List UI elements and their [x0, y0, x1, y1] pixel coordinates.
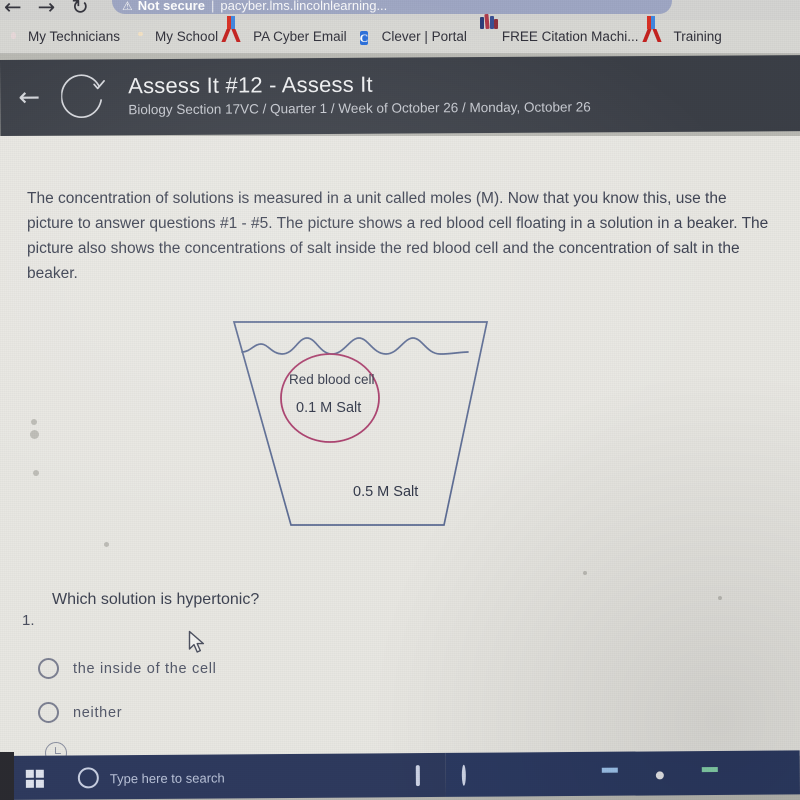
forward-icon[interactable]: →	[38, 0, 56, 18]
search-circle-icon[interactable]	[77, 767, 99, 789]
excel-icon[interactable]	[700, 765, 722, 785]
gmail-icon	[221, 15, 247, 45]
clever-icon-letter: C	[359, 30, 369, 45]
bookmark-label: PA Cyber Email	[253, 29, 347, 44]
page-title: Assess It #12 - Assess It	[128, 71, 373, 99]
dust-speck	[30, 430, 39, 439]
browser-nav-buttons: ← → ↻	[4, 0, 89, 18]
answer-choice-label: neither	[73, 704, 123, 721]
warning-triangle-icon: ⚠	[122, 0, 133, 13]
windows-start-icon[interactable]	[25, 769, 44, 788]
reload-icon[interactable]: ↻	[71, 0, 89, 18]
gmail-icon	[642, 15, 667, 45]
assessment-page: The concentration of solutions is measur…	[0, 136, 800, 756]
cell-label: Red blood cell	[289, 372, 375, 387]
monitor-photo: ← → ↻ ⚠ Not secure | pacyber.lms.lincoln…	[0, 0, 800, 800]
question-number: 1.	[22, 612, 35, 629]
beaker-diagram: Red blood cell 0.1 M Salt 0.5 M Salt	[228, 316, 493, 536]
bookmark-label: Training	[673, 29, 722, 44]
breadcrumb: Biology Section 17VC / Quarter 1 / Week …	[128, 99, 591, 118]
dust-speck	[104, 542, 109, 547]
dust-speck	[33, 470, 39, 476]
bookmarks-bar: My Technicians My School PA Cyber Email …	[0, 13, 800, 54]
dust-speck	[583, 571, 587, 575]
clever-icon: C	[359, 29, 376, 45]
bookmark-my-school[interactable]: My School	[129, 22, 227, 52]
map-pin-icon	[133, 29, 149, 45]
bookmark-clever-portal[interactable]: C Clever | Portal	[356, 22, 476, 52]
paint-icon[interactable]	[554, 766, 576, 786]
address-bar[interactable]: ⚠ Not secure | pacyber.lms.lincolnlearni…	[112, 0, 672, 14]
cortana-icon[interactable]	[461, 764, 484, 787]
dust-speck	[31, 419, 37, 425]
bookmark-label: FREE Citation Machi...	[501, 29, 639, 44]
answer-choice-inside-of-the-cell[interactable]: the inside of the cell	[38, 658, 217, 679]
word-icon[interactable]	[600, 766, 622, 786]
search-input[interactable]: Type here to search	[110, 770, 225, 786]
taskbar-right-segment	[445, 750, 800, 797]
file-explorer-icon[interactable]	[508, 766, 530, 786]
url-text: pacyber.lms.lincolnlearning...	[220, 0, 388, 13]
bookmark-label: My Technicians	[28, 29, 121, 44]
bookmark-pa-cyber-email[interactable]: PA Cyber Email	[221, 15, 356, 52]
back-icon[interactable]: ←	[4, 0, 22, 18]
radio-button[interactable]	[38, 658, 59, 679]
question-text: Which solution is hypertonic?	[52, 591, 260, 608]
mouse-pointer-icon	[188, 630, 207, 661]
books-icon	[479, 13, 498, 45]
dust-speck	[718, 596, 722, 600]
address-separator: |	[210, 0, 215, 13]
intro-paragraph: The concentration of solutions is measur…	[27, 190, 769, 282]
browser-toolbar: ← → ↻ ⚠ Not secure | pacyber.lms.lincoln…	[0, 0, 800, 20]
chrome-icon[interactable]	[650, 765, 672, 785]
bookmark-training[interactable]: Training	[642, 15, 730, 52]
header-titles: Assess It #12 - Assess It Biology Sectio…	[128, 70, 591, 117]
task-view-icon[interactable]	[415, 765, 438, 787]
bookmark-my-technicians[interactable]: My Technicians	[2, 22, 129, 52]
bookmark-free-citation-machine[interactable]: FREE Citation Machi...	[476, 13, 648, 52]
shield-icon	[6, 29, 22, 45]
monitor-bezel	[0, 752, 14, 800]
bookmark-label: Clever | Portal	[381, 29, 467, 44]
bookmark-label: My School	[155, 29, 219, 44]
radio-button[interactable]	[38, 702, 59, 723]
header-back-button[interactable]: ←	[14, 83, 44, 114]
windows-taskbar: Type here to search	[0, 750, 800, 800]
beaker-concentration-label: 0.5 M Salt	[353, 484, 419, 500]
answer-choice-label: the inside of the cell	[73, 660, 217, 677]
answer-choice-neither[interactable]: neither	[38, 702, 122, 723]
assessment-circle-check-icon	[60, 73, 108, 121]
assignment-header: ← Assess It #12 - Assess It Biology Sect…	[0, 55, 800, 136]
cell-concentration-label: 0.1 M Salt	[296, 400, 362, 416]
not-secure-label: Not secure	[137, 0, 205, 13]
